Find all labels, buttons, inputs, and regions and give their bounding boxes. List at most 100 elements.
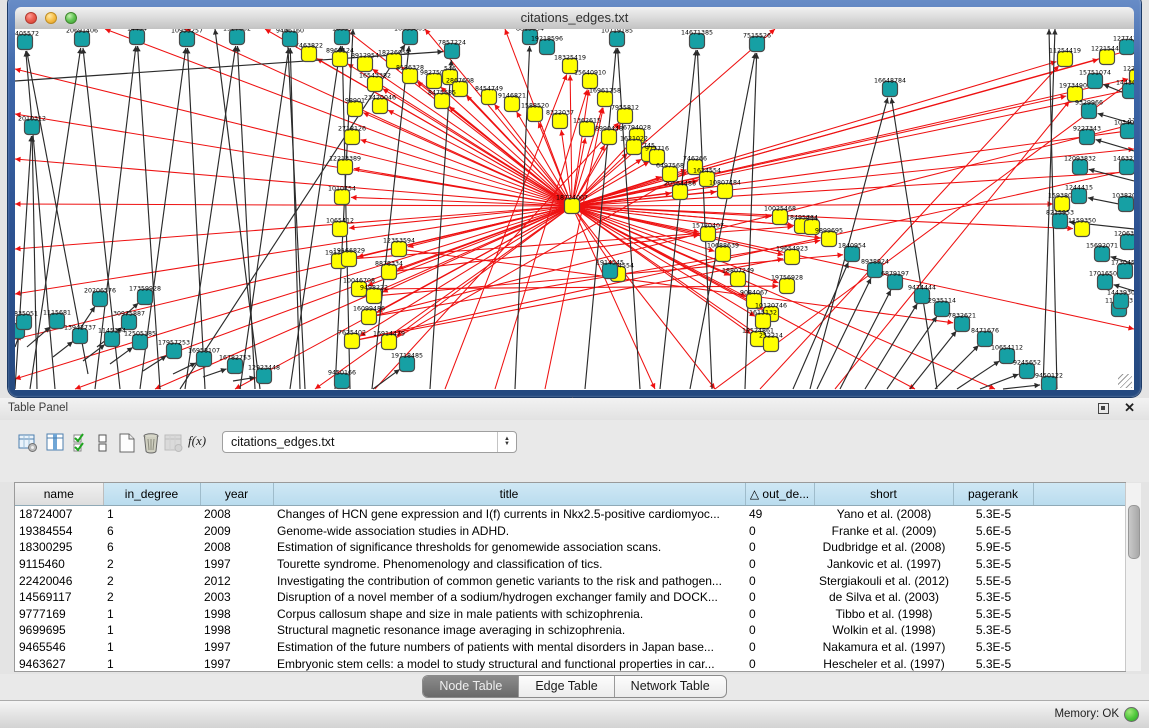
node-table[interactable]: namein_degreeyeartitle△ out_de...shortpa…	[14, 482, 1126, 672]
table-panel-toolbar: f(x) citations_edges.txt ▲▼	[0, 420, 1149, 482]
citation-edge-red[interactable]	[15, 206, 572, 294]
citation-edge-black[interactable]	[891, 98, 937, 389]
table-row[interactable]: 2242004622012Investigating the contribut…	[15, 572, 1125, 589]
column-header-pagerank[interactable]: pagerank	[953, 483, 1033, 506]
table-cell: Investigating the contribution of common…	[273, 572, 745, 589]
resize-grip-icon[interactable]	[1118, 374, 1132, 388]
node-label: 8960124	[326, 48, 354, 55]
citation-edge-black[interactable]	[26, 51, 55, 389]
close-panel-icon[interactable]: ✕	[1124, 400, 1135, 416]
delete-table-icon[interactable]	[140, 432, 162, 454]
citation-edge-red[interactable]	[570, 75, 572, 198]
edge-arrowhead-icon	[494, 104, 500, 110]
memory-ok-icon[interactable]	[1124, 707, 1139, 722]
column-header-short[interactable]: short	[814, 483, 953, 506]
citation-edge-red[interactable]	[360, 169, 1134, 339]
citation-edge-black[interactable]	[935, 345, 979, 389]
function-builder-icon[interactable]: f(x)	[188, 433, 206, 449]
citation-edge-black[interactable]	[980, 374, 1019, 389]
table-row[interactable]: 1830029562008Estimation of significance …	[15, 539, 1125, 556]
citation-edge-red[interactable]	[372, 69, 565, 201]
node-label: 10120746	[755, 303, 787, 310]
tab-network-table[interactable]: Network Table	[615, 676, 726, 697]
citation-edge-red[interactable]	[572, 206, 655, 389]
table-scrollbar[interactable]	[1125, 483, 1141, 671]
citation-edge-black[interactable]	[910, 331, 956, 389]
float-panel-icon[interactable]	[1098, 403, 1109, 414]
citation-edge-red[interactable]	[367, 286, 778, 289]
table-settings-icon[interactable]	[17, 432, 39, 454]
table-row[interactable]: 1456911722003Disruption of a novel membe…	[15, 589, 1125, 606]
citation-edge-red[interactable]	[576, 213, 612, 267]
column-header-year[interactable]: year	[200, 483, 273, 506]
table-cell: 9465546	[15, 639, 103, 656]
table-row[interactable]: 946554611997Estimation of the future num…	[15, 639, 1125, 656]
citation-edge-black[interactable]	[240, 48, 289, 389]
node-label: 12093832	[1064, 156, 1096, 163]
table-row[interactable]: 977716911998Corpus callosum shape and si…	[15, 606, 1125, 623]
citation-edge-red[interactable]	[572, 206, 1134, 329]
combo-stepper-icon[interactable]: ▲▼	[497, 432, 516, 452]
column-header-name[interactable]: name	[15, 483, 103, 506]
citation-edge-red[interactable]	[572, 206, 915, 389]
citation-edge-black[interactable]	[237, 46, 255, 389]
node-label: 8471676	[971, 328, 999, 335]
table-cell: 0	[745, 589, 814, 606]
citation-edge-black[interactable]	[1096, 140, 1134, 151]
network-window[interactable]: citations_edges.txt 18724007746382289601…	[8, 0, 1141, 397]
table-row[interactable]: 911546021997Tourette syndrome. Phenomeno…	[15, 556, 1125, 573]
citation-edge-black[interactable]	[187, 48, 205, 389]
citation-edge-black[interactable]	[887, 316, 937, 389]
table-cell: 5.9E-5	[953, 539, 1033, 556]
citation-edge-black[interactable]	[840, 290, 891, 389]
node-label: 1730455	[1111, 260, 1134, 267]
table-row[interactable]: 1938455462009Genome-wide association stu…	[15, 523, 1125, 540]
table-selector-combo[interactable]: citations_edges.txt ▲▼	[222, 431, 517, 453]
node-label: 18325419	[554, 55, 586, 62]
citation-edge-black[interactable]	[15, 136, 31, 389]
table-row[interactable]: 969969511998Structural magnetic resonanc…	[15, 622, 1125, 639]
node-label: 18807249	[722, 268, 754, 275]
citation-edge-red[interactable]	[495, 90, 587, 389]
citation-edge-red[interactable]	[315, 206, 572, 389]
node-label: 19166829	[333, 248, 365, 255]
network-window-titlebar[interactable]: citations_edges.txt	[15, 7, 1134, 30]
row-height-icon[interactable]	[92, 432, 114, 454]
column-settings-icon[interactable]	[45, 432, 67, 454]
citation-edge-black[interactable]	[185, 46, 236, 389]
citation-edge-red[interactable]	[580, 62, 1057, 204]
table-cell: Jankovic et al. (1997)	[814, 556, 953, 573]
node-label: 20206576	[84, 288, 116, 295]
node-table-header[interactable]: namein_degreeyeartitle△ out_de...shortpa…	[15, 483, 1125, 506]
table-cell: 2	[103, 572, 200, 589]
citation-edge-black[interactable]	[618, 48, 640, 389]
select-all-check-icon[interactable]	[71, 432, 93, 454]
table-cell: 5.6E-5	[953, 523, 1033, 540]
node-label: 10046708	[343, 278, 375, 285]
citation-edge-black[interactable]	[1003, 385, 1040, 389]
edge-arrowhead-icon	[559, 130, 564, 136]
edge-arrowhead-icon	[15, 157, 21, 162]
network-canvas[interactable]: 1872400774638228960124891295418226058818…	[15, 29, 1134, 390]
tab-node-table[interactable]: Node Table	[423, 676, 519, 697]
citation-edge-red[interactable]	[351, 197, 564, 205]
table-row[interactable]: 1872400712008Changes of HCN gene express…	[15, 506, 1125, 523]
table-row[interactable]: 946362711997Embryonic stem cells: a mode…	[15, 655, 1125, 672]
column-header-title[interactable]: title	[273, 483, 745, 506]
table-cell: Hescheler et al. (1997)	[814, 655, 953, 672]
column-header-out_de[interactable]: △ out_de...	[745, 483, 814, 506]
citation-edge-red[interactable]	[15, 204, 572, 206]
citation-edge-red[interactable]	[561, 130, 571, 198]
column-header-in_degree[interactable]: in_degree	[103, 483, 200, 506]
citation-edge-black[interactable]	[660, 50, 696, 389]
node-label: 9474444	[908, 285, 936, 292]
table-scrollbar-thumb[interactable]	[1128, 505, 1140, 559]
table-cell: 0	[745, 639, 814, 656]
table-cell: Tibbo et al. (1998)	[814, 606, 953, 623]
tab-edge-table[interactable]: Edge Table	[519, 676, 614, 697]
citation-edge-red[interactable]	[15, 206, 572, 339]
citation-edge-black[interactable]	[430, 60, 451, 389]
new-document-icon[interactable]	[116, 432, 138, 454]
node-label: 7955812	[611, 105, 639, 112]
edge-arrowhead-icon	[1046, 29, 1051, 35]
